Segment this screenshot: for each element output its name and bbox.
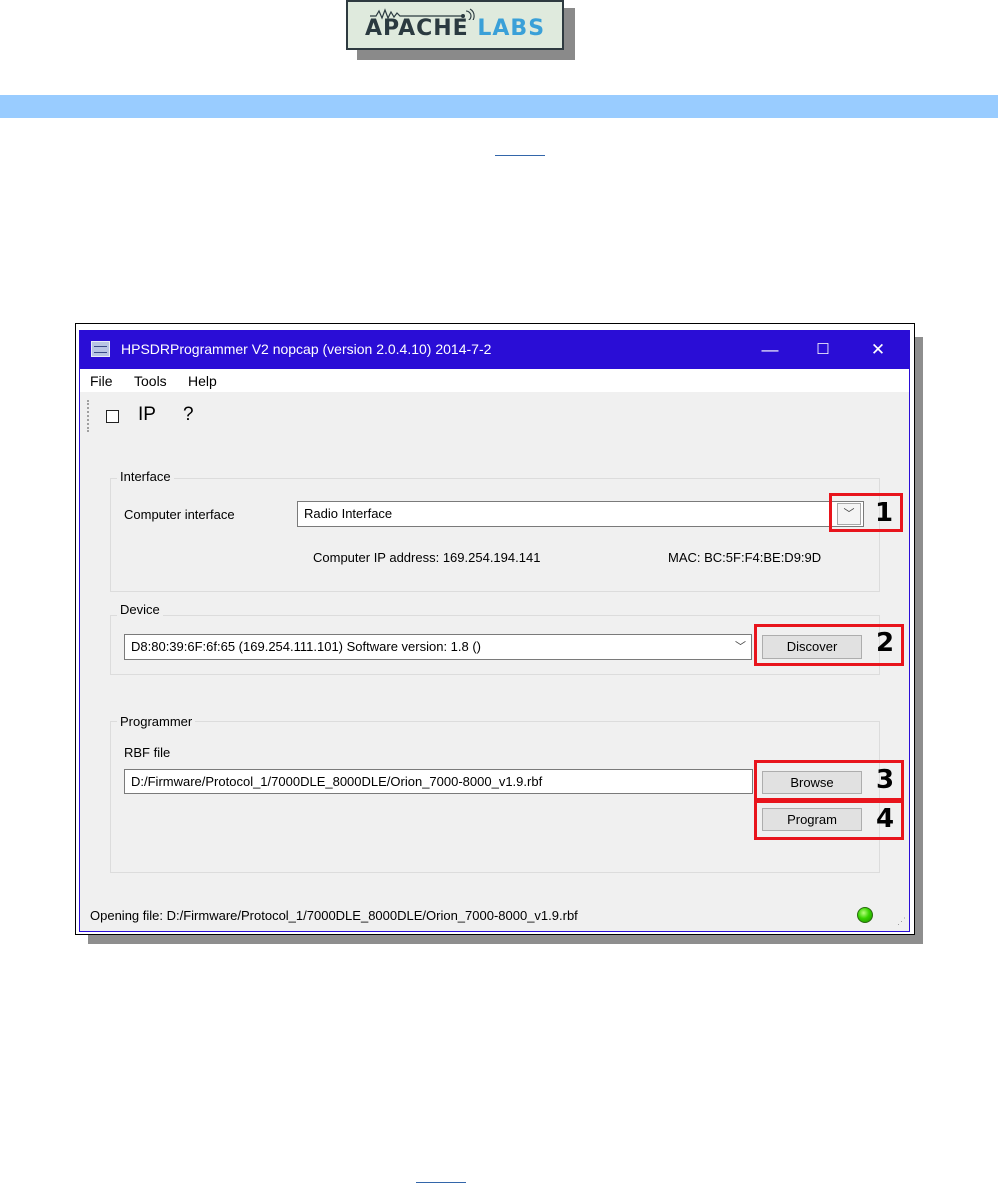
app-icon[interactable] — [91, 341, 110, 357]
programmer-group-label: Programmer — [117, 714, 196, 729]
callout-number-4: 4 — [876, 804, 895, 834]
callout-number-3: 3 — [876, 765, 895, 795]
menu-file[interactable]: File — [90, 373, 113, 389]
size-grip-icon[interactable]: ⋰ — [897, 916, 906, 927]
minimize-icon[interactable]: — — [747, 331, 793, 369]
callout-number-1: 1 — [875, 498, 894, 528]
link-underline[interactable] — [495, 155, 545, 156]
device-select-value: D8:80:39:6F:6f:65 (169.254.111.101) Soft… — [131, 639, 482, 654]
menu-help[interactable]: Help — [188, 373, 217, 389]
logo-text: APACHE LABS — [364, 16, 546, 41]
device-select[interactable]: D8:80:39:6F:6f:65 (169.254.111.101) Soft… — [124, 634, 752, 660]
rbf-file-value: D:/Firmware/Protocol_1/7000DLE_8000DLE/O… — [131, 774, 543, 789]
status-text: Opening file: D:/Firmware/Protocol_1/700… — [90, 908, 578, 923]
interface-group — [110, 478, 880, 592]
maximize-icon[interactable]: ☐ — [800, 331, 846, 369]
toolbar: IP ? — [80, 392, 909, 440]
title-bar[interactable]: HPSDRProgrammer V2 nopcap (version 2.0.4… — [80, 331, 909, 369]
window-title: HPSDRProgrammer V2 nopcap (version 2.0.4… — [121, 341, 492, 357]
rbf-file-label: RBF file — [124, 745, 171, 760]
computer-interface-value: Radio Interface — [304, 506, 393, 521]
interface-group-label: Interface — [117, 469, 174, 484]
computer-ip-text: Computer IP address: 169.254.194.141 — [313, 550, 541, 565]
menu-tools[interactable]: Tools — [134, 373, 167, 389]
status-bar: Opening file: D:/Firmware/Protocol_1/700… — [80, 901, 909, 931]
toolbar-ip-button[interactable]: IP — [138, 404, 156, 426]
menu-bar: File Tools Help — [80, 369, 909, 392]
link-underline[interactable] — [416, 1182, 466, 1183]
computer-interface-select[interactable]: Radio Interface — [297, 501, 864, 527]
close-icon[interactable]: ✕ — [855, 331, 901, 369]
toolbar-help-button[interactable]: ? — [183, 404, 194, 426]
mac-address-text: MAC: BC:5F:F4:BE:D9:9D — [668, 550, 822, 565]
checkbox-icon[interactable] — [106, 410, 119, 423]
callout-number-2: 2 — [876, 628, 895, 658]
apache-labs-logo: APACHE LABS — [346, 0, 564, 50]
rbf-file-input[interactable]: D:/Firmware/Protocol_1/7000DLE_8000DLE/O… — [124, 769, 753, 794]
chevron-down-icon[interactable]: ﹀ — [735, 638, 746, 654]
status-led-icon — [857, 907, 873, 923]
computer-interface-label: Computer interface — [124, 507, 235, 522]
device-group-label: Device — [117, 602, 163, 617]
header-band — [0, 95, 998, 118]
toolbar-grip[interactable] — [87, 400, 92, 432]
